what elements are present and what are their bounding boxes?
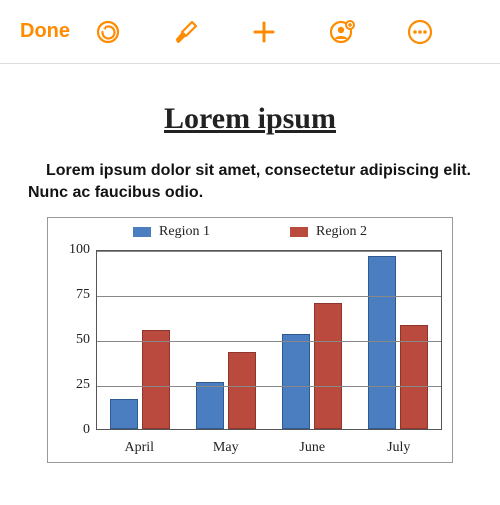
bar-group xyxy=(183,251,269,429)
plot xyxy=(96,250,442,430)
bar-series-1 xyxy=(368,256,396,429)
legend-label-1: Region 1 xyxy=(159,224,210,240)
plus-icon[interactable] xyxy=(250,18,278,46)
y-axis: 0255075100 xyxy=(54,250,96,430)
toolbar-icons xyxy=(94,18,434,46)
gridline xyxy=(97,341,441,342)
bar-group xyxy=(269,251,355,429)
y-tick-label: 100 xyxy=(69,242,90,258)
brush-icon[interactable] xyxy=(172,18,200,46)
x-tick-label: April xyxy=(96,438,183,462)
legend-item-1: Region 1 xyxy=(133,224,210,240)
more-icon[interactable] xyxy=(406,18,434,46)
x-tick-label: June xyxy=(269,438,356,462)
y-tick-label: 25 xyxy=(76,377,90,393)
legend-label-2: Region 2 xyxy=(316,224,367,240)
bar-series-1 xyxy=(110,399,138,430)
document-body-text[interactable]: Lorem ipsum dolor sit amet, consectetur … xyxy=(28,160,472,203)
gridline xyxy=(97,251,441,252)
x-axis: AprilMayJuneJuly xyxy=(96,438,442,462)
gridline xyxy=(97,386,441,387)
y-tick-label: 75 xyxy=(76,287,90,303)
y-tick-label: 0 xyxy=(83,422,90,438)
chart-legend: Region 1 Region 2 xyxy=(48,218,452,246)
bar-series-1 xyxy=(282,334,310,429)
x-tick-label: May xyxy=(183,438,270,462)
bar-series-1 xyxy=(196,382,224,429)
x-tick-label: July xyxy=(356,438,443,462)
bars xyxy=(97,251,441,429)
undo-icon[interactable] xyxy=(94,18,122,46)
document-content: Lorem ipsum Lorem ipsum dolor sit amet, … xyxy=(0,64,500,463)
toolbar: Done xyxy=(0,0,500,64)
bar-series-2 xyxy=(142,330,170,429)
collaborate-icon[interactable] xyxy=(328,18,356,46)
bar-group xyxy=(97,251,183,429)
chart[interactable]: Region 1 Region 2 0 25 50 75 100 AprilMayJun… xyxy=(47,217,453,463)
bar-series-2 xyxy=(314,303,342,429)
legend-swatch-2 xyxy=(290,227,308,237)
gridline xyxy=(97,296,441,297)
legend-item-2: Region 2 xyxy=(290,224,367,240)
document-title[interactable]: Lorem ipsum xyxy=(28,102,472,136)
plot-area: 0255075100 xyxy=(48,246,452,438)
bar-series-2 xyxy=(228,352,256,429)
bar-group xyxy=(355,251,441,429)
done-button[interactable]: Done xyxy=(20,20,70,43)
legend-swatch-1 xyxy=(133,227,151,237)
y-tick-label: 50 xyxy=(76,332,90,348)
